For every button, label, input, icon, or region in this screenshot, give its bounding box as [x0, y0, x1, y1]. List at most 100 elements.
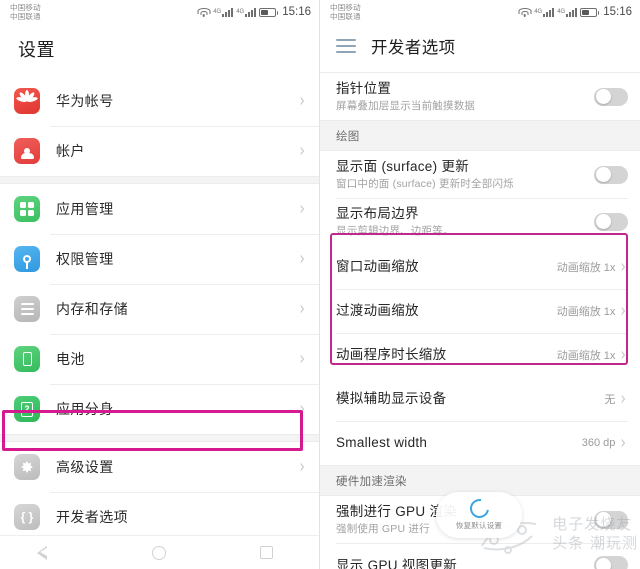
network-tag-2: 4G: [236, 8, 245, 15]
page-title: 开发者选项: [371, 39, 456, 57]
status-clock: 15:16: [603, 6, 632, 18]
sidebar-item-label: 权限管理: [56, 251, 114, 267]
braces-icon: { }: [14, 504, 40, 530]
row-title: 显示 GPU 视图更新: [336, 557, 458, 569]
status-bar-left: 中国移动 中国联通 4G 4G 15:16: [0, 0, 319, 24]
row-show-layout-bounds[interactable]: 显示布局边界 显示剪辑边界、边距等。: [320, 198, 640, 245]
sidebar-item-label: 开发者选项: [56, 509, 128, 525]
hamburger-icon[interactable]: [336, 38, 356, 54]
wifi-icon: [197, 7, 211, 17]
list-group-divider: [0, 176, 319, 184]
sidebar-item-label: 帐户: [56, 143, 85, 159]
sidebar-item-app-twin[interactable]: 2 应用分身 ›: [0, 384, 319, 434]
wifi-icon: [518, 7, 532, 17]
sidebar-item-advanced-settings[interactable]: 高级设置 ›: [0, 442, 319, 492]
key-icon: [14, 246, 40, 272]
row-animator-duration-scale[interactable]: 动画程序时长缩放 动画缩放 1x ›: [320, 333, 640, 377]
page-title: 设置: [18, 40, 55, 60]
apps-icon: [14, 196, 40, 222]
chevron-right-icon: ›: [620, 256, 626, 278]
carrier-labels: 中国移动 中国联通: [10, 3, 41, 21]
sidebar-item-huawei-account[interactable]: 华为帐号 ›: [0, 76, 319, 126]
carrier-1: 中国移动: [330, 3, 361, 12]
row-smallest-width[interactable]: Smallest width 360 dp ›: [320, 421, 640, 465]
sidebar-item-label: 电池: [56, 351, 85, 367]
chevron-right-icon: ›: [299, 348, 305, 370]
sidebar-item-battery[interactable]: 电池 ›: [0, 334, 319, 384]
row-simulate-secondary-displays[interactable]: 模拟辅助显示设备 无 ›: [320, 377, 640, 421]
battery-icon: [259, 7, 279, 17]
storage-icon: [14, 296, 40, 322]
signal-icon-1: 4G: [213, 7, 234, 17]
sidebar-item-label: 应用管理: [56, 201, 114, 217]
row-title: 显示面 (surface) 更新: [336, 159, 470, 174]
account-icon: [14, 138, 40, 164]
battery-icon: [580, 7, 600, 17]
row-title: 过渡动画缩放: [336, 303, 419, 318]
bubble-label: 恢复默认设置: [455, 521, 503, 530]
carrier-2: 中国联通: [330, 12, 361, 21]
row-subtitle: 窗口中的面 (surface) 更新时全部闪烁: [336, 178, 514, 190]
row-subtitle: 显示剪辑边界、边距等。: [336, 225, 454, 237]
chevron-right-icon: ›: [620, 432, 626, 454]
restore-defaults-bubble[interactable]: 恢复默认设置: [436, 492, 522, 538]
screenshot-root: 中国移动 中国联通 4G 4G 15:16 设置 华为帐号 › 帐户 › 应用管…: [0, 0, 640, 569]
sidebar-item-app-management[interactable]: 应用管理 ›: [0, 184, 319, 234]
carrier-labels: 中国移动 中国联通: [330, 3, 361, 21]
settings-list: 华为帐号 › 帐户 › 应用管理 › 权限管理 › 内存和存储 › 电池 › 2…: [0, 76, 319, 569]
toggle-show-layout-bounds[interactable]: [594, 212, 628, 231]
row-show-gpu-view-updates[interactable]: 显示 GPU 视图更新: [320, 543, 640, 569]
status-icons: 4G 4G 15:16: [197, 6, 311, 18]
row-transition-animation-scale[interactable]: 过渡动画缩放 动画缩放 1x ›: [320, 289, 640, 333]
signal-icon-2: 4G: [557, 7, 578, 17]
chevron-right-icon: ›: [299, 248, 305, 270]
chevron-right-icon: ›: [299, 198, 305, 220]
row-title: 窗口动画缩放: [336, 259, 419, 274]
network-tag-1: 4G: [213, 8, 222, 15]
chevron-right-icon: ›: [620, 388, 626, 410]
network-tag-2: 4G: [557, 8, 566, 15]
gear-icon: [14, 454, 40, 480]
row-value: 360 dp: [581, 437, 616, 449]
toggle-force-gpu-rendering[interactable]: [594, 510, 628, 529]
sidebar-item-account[interactable]: 帐户 ›: [0, 126, 319, 176]
status-clock: 15:16: [282, 6, 311, 18]
toggle-pointer-location[interactable]: [594, 87, 628, 106]
loading-spinner-icon: [465, 495, 493, 522]
back-icon[interactable]: [37, 545, 58, 560]
row-title: 指针位置: [336, 81, 392, 96]
row-title: 显示布局边界: [336, 206, 419, 221]
chevron-right-icon: ›: [299, 456, 305, 478]
sidebar-item-label: 华为帐号: [56, 93, 114, 109]
battery-icon: [14, 346, 40, 372]
sidebar-item-label: 高级设置: [56, 459, 114, 475]
chevron-right-icon: ›: [299, 298, 305, 320]
row-title: Smallest width: [336, 435, 428, 450]
app-twin-icon: 2: [14, 396, 40, 422]
section-header-drawing: 绘图: [320, 120, 640, 151]
carrier-1: 中国移动: [10, 3, 41, 12]
chevron-right-icon: ›: [620, 300, 626, 322]
row-value: 动画缩放 1x: [556, 262, 616, 274]
chevron-right-icon: ›: [299, 398, 305, 420]
sidebar-item-permission-management[interactable]: 权限管理 ›: [0, 234, 319, 284]
row-window-animation-scale[interactable]: 窗口动画缩放 动画缩放 1x ›: [320, 245, 640, 289]
row-show-surface-updates[interactable]: 显示面 (surface) 更新 窗口中的面 (surface) 更新时全部闪烁: [320, 151, 640, 198]
row-subtitle: 屏幕叠加层显示当前触摸数据: [336, 100, 476, 112]
carrier-2: 中国联通: [10, 12, 41, 21]
sidebar-item-label: 内存和存储: [56, 301, 128, 317]
toggle-show-gpu-view-updates[interactable]: [594, 556, 628, 569]
toggle-show-surface-updates[interactable]: [594, 165, 628, 184]
row-pointer-location[interactable]: 指针位置 屏幕叠加层显示当前触摸数据: [320, 72, 640, 120]
settings-panel: 中国移动 中国联通 4G 4G 15:16 设置 华为帐号 › 帐户 › 应用管…: [0, 0, 320, 569]
network-tag-1: 4G: [534, 8, 543, 15]
signal-icon-1: 4G: [534, 7, 555, 17]
home-icon[interactable]: [152, 545, 166, 560]
recents-icon[interactable]: [260, 546, 273, 559]
chevron-right-icon: ›: [299, 140, 305, 162]
status-bar-right: 中国移动 中国联通 4G 4G 15:16: [320, 0, 640, 24]
signal-icon-2: 4G: [236, 7, 257, 17]
system-navigation-bar: [0, 535, 319, 569]
sidebar-item-storage[interactable]: 内存和存储 ›: [0, 284, 319, 334]
row-value: 动画缩放 1x: [556, 306, 616, 318]
